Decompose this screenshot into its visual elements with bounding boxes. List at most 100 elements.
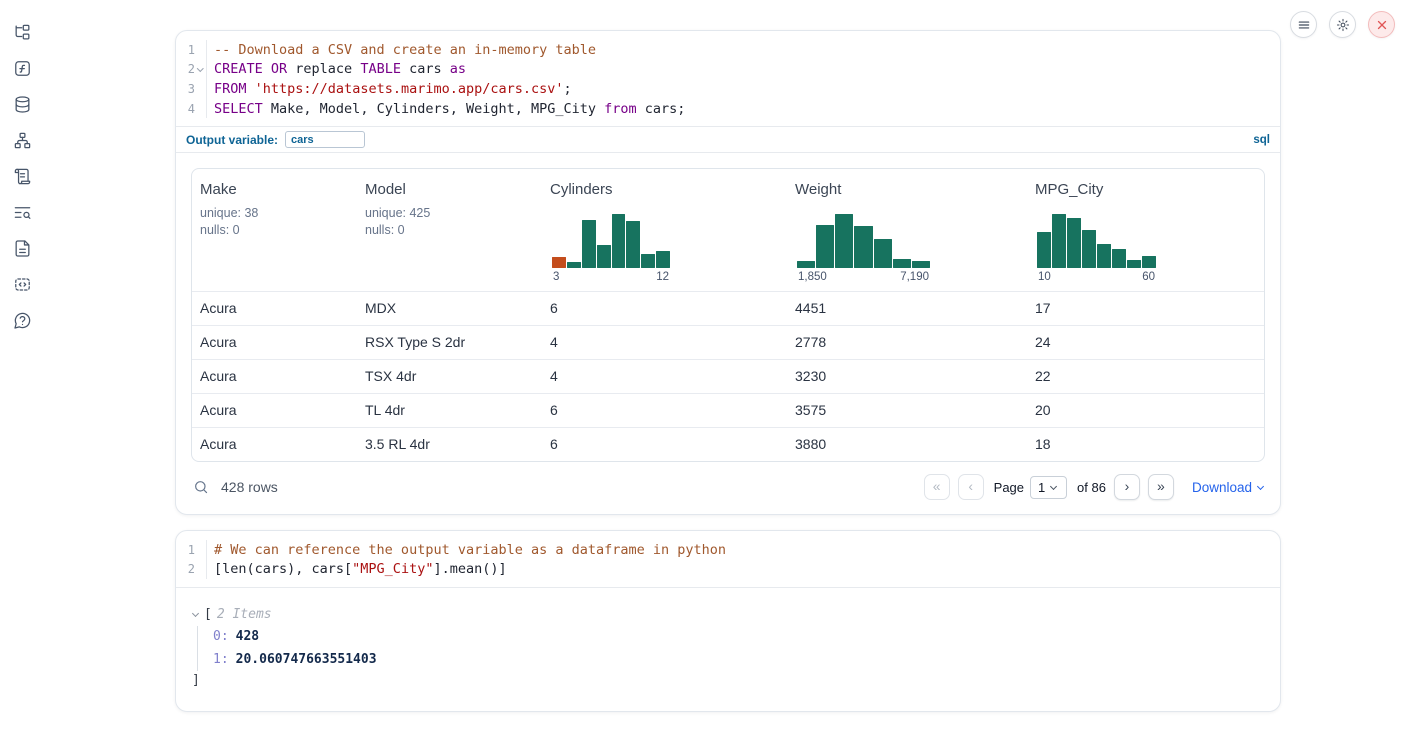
histogram-bar[interactable] [612, 214, 626, 268]
code-token: "MPG_City" [352, 561, 433, 577]
sql-output: Makeunique: 38nulls: 0Modelunique: 425nu… [176, 152, 1280, 515]
column-name[interactable]: Weight [795, 181, 1019, 198]
table-row: AcuraTSX 4dr4323022 [192, 359, 1264, 393]
column-header: MPG_City 1060 [1027, 169, 1264, 291]
python-output-tree: [ 2 Items 0:4281:20.060747663551403 ] [176, 587, 1280, 702]
fold-chevron-icon[interactable] [197, 65, 203, 71]
histogram-bar[interactable] [1037, 232, 1051, 269]
settings-button[interactable] [1329, 11, 1356, 38]
table-cell: Acura [192, 360, 357, 393]
table-cell: TSX 4dr [357, 360, 542, 393]
line-number: 2 [188, 562, 195, 576]
histogram-bar[interactable] [1052, 214, 1066, 268]
histogram-bar[interactable] [835, 214, 853, 268]
code-token: [len(cars), cars[ [214, 561, 352, 577]
sql-code-editor[interactable]: 1-- Download a CSV and create an in-memo… [176, 31, 1280, 126]
function-square-icon[interactable] [12, 58, 32, 78]
histogram-bar[interactable] [626, 221, 640, 268]
column-stat: nulls: 0 [200, 223, 349, 237]
column-header: Weight 1,8507,190 [787, 169, 1027, 291]
histogram-bar[interactable] [893, 259, 911, 269]
table-header-row: Makeunique: 38nulls: 0Modelunique: 425nu… [192, 169, 1264, 291]
histogram-bar[interactable] [582, 220, 596, 269]
table-cell: 20 [1027, 394, 1264, 427]
histogram-bar[interactable] [567, 262, 581, 268]
code-token: ; [564, 81, 572, 97]
chevron-down-icon [192, 610, 199, 617]
sidebar [0, 0, 44, 729]
histogram-bar[interactable] [552, 257, 566, 269]
chevron-down-icon [1257, 483, 1264, 490]
histogram-bar[interactable] [816, 225, 834, 268]
histogram-bar[interactable] [1067, 218, 1081, 268]
column-histogram: 1060 [1037, 214, 1156, 283]
code-token: # We can reference the output variable a… [214, 542, 726, 558]
histogram-bar[interactable] [1112, 249, 1126, 268]
shutdown-button[interactable] [1368, 11, 1395, 38]
table-cell: 6 [542, 292, 787, 325]
last-page-button[interactable]: » [1148, 474, 1174, 500]
code-token: replace [287, 61, 360, 77]
documentation-file-icon[interactable] [12, 238, 32, 258]
table-cell: 4 [542, 360, 787, 393]
line-number: 3 [188, 82, 195, 96]
download-label: Download [1192, 480, 1252, 495]
histogram-bar[interactable] [1142, 256, 1156, 268]
hist-min-label: 1,850 [798, 271, 827, 283]
marimo-notebook: 1-- Download a CSV and create an in-memo… [0, 0, 1408, 729]
dependency-graph-icon[interactable] [12, 130, 32, 150]
menu-button[interactable] [1290, 11, 1317, 38]
code-token: SELECT [214, 101, 263, 117]
first-page-button[interactable]: « [924, 474, 950, 500]
histogram-bar[interactable] [1082, 230, 1096, 269]
histogram-bar[interactable] [912, 261, 930, 268]
column-stat: nulls: 0 [365, 223, 534, 237]
histogram-bar[interactable] [656, 251, 670, 268]
column-name[interactable]: Cylinders [550, 181, 779, 198]
hist-min-label: 10 [1038, 271, 1051, 283]
datasources-database-icon[interactable] [12, 94, 32, 114]
column-header: Modelunique: 425nulls: 0 [357, 169, 542, 291]
table-cell: Acura [192, 428, 357, 461]
histogram-bar[interactable] [1097, 244, 1111, 268]
next-page-button[interactable]: › [1114, 474, 1140, 500]
table-cell: 2778 [787, 326, 1027, 359]
text-search-icon[interactable] [12, 202, 32, 222]
column-name[interactable]: MPG_City [1035, 181, 1256, 198]
code-token: ].mean()] [433, 561, 506, 577]
scroll-logs-icon[interactable] [12, 166, 32, 186]
column-histogram: 312 [552, 214, 670, 283]
histogram-bar[interactable] [874, 239, 892, 269]
settings-gear-icon [1336, 18, 1350, 32]
prev-page-button[interactable]: ‹ [958, 474, 984, 500]
code-line: 1-- Download a CSV and create an in-memo… [176, 40, 1280, 60]
tree-entry-value: 20.060747663551403 [236, 652, 377, 667]
table-cell: 4 [542, 326, 787, 359]
histogram-bar[interactable] [597, 245, 611, 268]
table-cell: TL 4dr [357, 394, 542, 427]
histogram-bar[interactable] [854, 226, 872, 268]
download-button[interactable]: Download [1192, 480, 1263, 495]
histogram-bar[interactable] [797, 261, 815, 268]
histogram-bar[interactable] [641, 254, 655, 268]
file-explorer-tree-icon[interactable] [12, 22, 32, 42]
page-select[interactable]: 1 [1030, 476, 1067, 499]
code-token: from [604, 101, 637, 117]
column-name[interactable]: Make [200, 181, 349, 198]
hist-min-label: 3 [553, 271, 559, 283]
search-icon[interactable] [193, 479, 209, 495]
column-header: Cylinders 312 [542, 169, 787, 291]
snippets-code-icon[interactable] [12, 274, 32, 294]
table-cell: Acura [192, 394, 357, 427]
code-token: FROM [214, 81, 247, 97]
python-code-editor[interactable]: 1# We can reference the output variable … [176, 531, 1280, 587]
column-histogram: 1,8507,190 [797, 214, 930, 283]
column-name[interactable]: Model [365, 181, 534, 198]
tree-root[interactable]: [ 2 Items [192, 604, 1264, 624]
code-token: TABLE [360, 61, 401, 77]
help-chat-icon[interactable] [12, 310, 32, 330]
table-footer: 428 rows « ‹ Page 1 of 86 › » Download [191, 470, 1265, 504]
data-table: Makeunique: 38nulls: 0Modelunique: 425nu… [191, 168, 1265, 462]
histogram-bar[interactable] [1127, 260, 1141, 268]
output-variable-input[interactable] [285, 131, 365, 148]
